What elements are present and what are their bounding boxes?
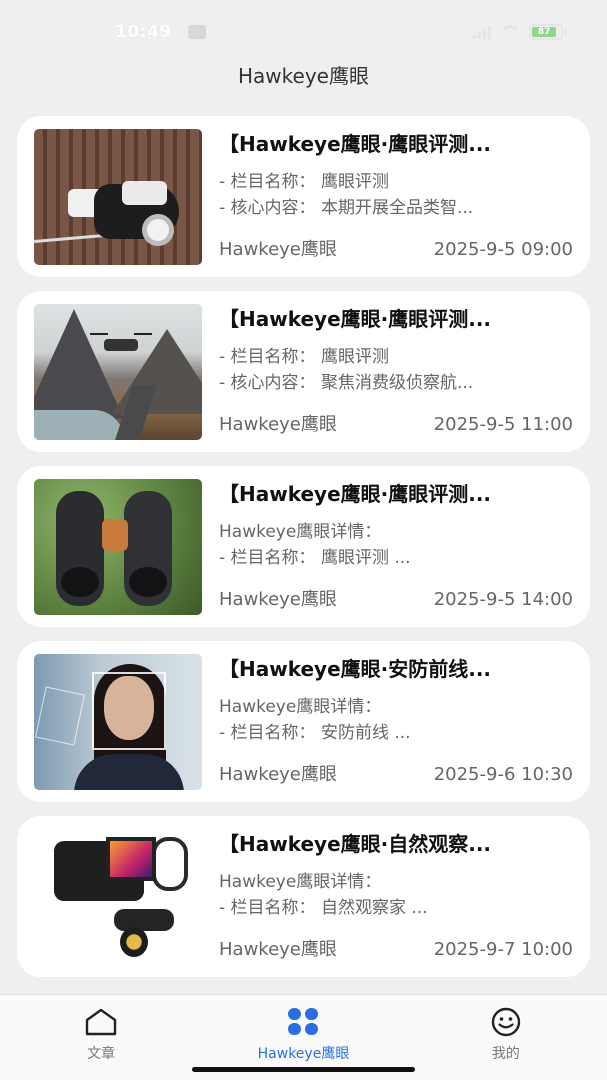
battery-level: 87 (532, 27, 557, 37)
article-date: 2025-9-6 10:30 (433, 763, 573, 785)
signal-icon (473, 25, 491, 39)
article-source: Hawkeye鹰眼 (219, 413, 337, 435)
four-petal-icon (288, 1008, 319, 1035)
article-line: Hawkeye鹰眼详情： (219, 521, 382, 542)
face-recognition-image (34, 653, 202, 790)
battery-icon: 87 (529, 24, 567, 40)
article-title: 【Hawkeye鹰眼·鹰眼评测... (219, 306, 492, 331)
article-line: - 核心内容： 本期开展全品类智... (219, 197, 474, 218)
article-title: 【Hawkeye鹰眼·鹰眼评测... (219, 481, 492, 506)
article-source: Hawkeye鹰眼 (219, 938, 337, 960)
wrench-icon (187, 25, 206, 39)
bottom-tab-bar: 文章 Hawkeye鹰眼 我的 (0, 994, 607, 1080)
article-date: 2025-9-5 09:00 (433, 238, 573, 260)
article-date: 2025-9-5 14:00 (433, 588, 573, 610)
drone-landscape-image (34, 303, 202, 440)
status-bar: 10:49 87 (0, 0, 607, 64)
article-line: Hawkeye鹰眼详情： (219, 696, 382, 717)
smiley-icon (491, 1007, 521, 1037)
tab-articles[interactable]: 文章 (0, 995, 202, 1080)
article-source: Hawkeye鹰眼 (219, 588, 337, 610)
article-list: 【Hawkeye鹰眼·鹰眼评测... - 栏目名称： 鹰眼评测 - 核心内容： … (17, 116, 590, 991)
article-date: 2025-9-7 10:00 (433, 938, 573, 960)
article-card[interactable]: 【Hawkeye鹰眼·鹰眼评测... - 栏目名称： 鹰眼评测 - 核心内容： … (17, 116, 590, 277)
tab-label: 我的 (491, 1046, 520, 1062)
binoculars-image (34, 478, 202, 615)
article-card[interactable]: 【Hawkeye鹰眼·鹰眼评测... - 栏目名称： 鹰眼评测 - 核心内容： … (17, 291, 590, 452)
article-line: Hawkeye鹰眼详情： (219, 871, 382, 892)
security-camera-image (34, 128, 202, 265)
status-indicators: 87 (473, 24, 567, 40)
article-title: 【Hawkeye鹰眼·鹰眼评测... (219, 131, 492, 156)
article-line: - 栏目名称： 鹰眼评测 (219, 171, 389, 192)
tab-mine[interactable]: 我的 (405, 995, 607, 1080)
article-line: - 栏目名称： 鹰眼评测 (219, 346, 389, 367)
article-card[interactable]: 【Hawkeye鹰眼·安防前线... Hawkeye鹰眼详情： - 栏目名称： … (17, 641, 590, 802)
article-source: Hawkeye鹰眼 (219, 763, 337, 785)
tab-label: Hawkeye鹰眼 (257, 1046, 350, 1062)
status-time: 10:49 (115, 22, 172, 42)
article-line: - 栏目名称： 安防前线 ... (219, 722, 411, 743)
article-line: - 核心内容： 聚焦消费级侦察航... (219, 372, 474, 393)
home-indicator[interactable] (192, 1067, 415, 1072)
article-card[interactable]: 【Hawkeye鹰眼·自然观察... Hawkeye鹰眼详情： - 栏目名称： … (17, 816, 590, 977)
wifi-icon (499, 25, 521, 39)
article-line: - 栏目名称： 自然观察家 ... (219, 897, 428, 918)
page-title: Hawkeye鹰眼 (238, 64, 369, 88)
article-title: 【Hawkeye鹰眼·自然观察... (219, 831, 492, 856)
tab-label: 文章 (87, 1046, 116, 1062)
article-card[interactable]: 【Hawkeye鹰眼·鹰眼评测... Hawkeye鹰眼详情： - 栏目名称： … (17, 466, 590, 627)
thermal-camera-image (34, 828, 202, 965)
home-icon (85, 1008, 117, 1036)
article-date: 2025-9-5 11:00 (433, 413, 573, 435)
article-line: - 栏目名称： 鹰眼评测 ... (219, 547, 411, 568)
article-title: 【Hawkeye鹰眼·安防前线... (219, 656, 492, 681)
article-source: Hawkeye鹰眼 (219, 238, 337, 260)
